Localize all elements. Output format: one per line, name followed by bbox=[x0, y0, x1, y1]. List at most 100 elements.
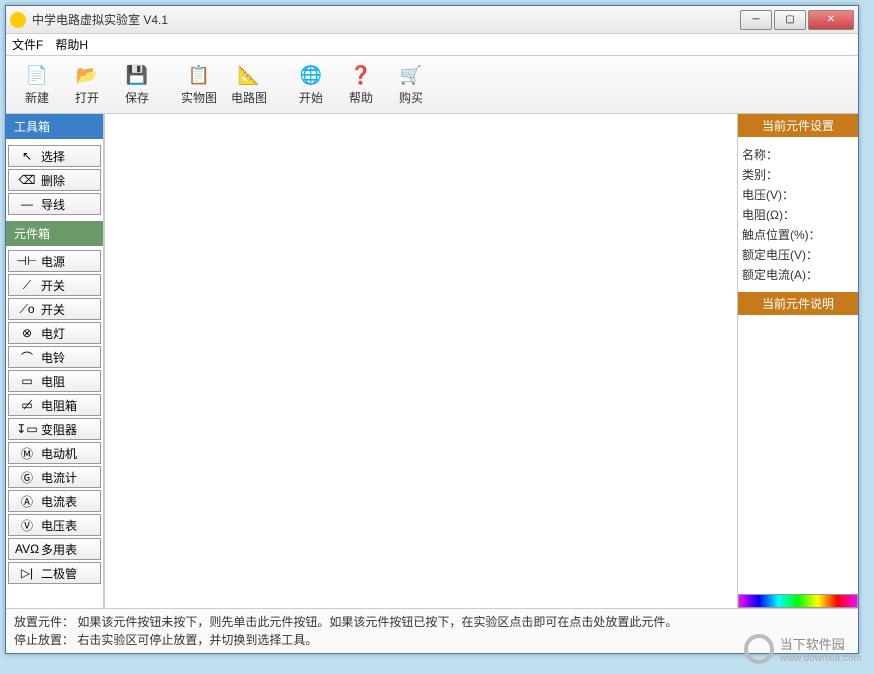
switch-2-item[interactable]: ⟋о开关 bbox=[8, 298, 101, 320]
app-icon bbox=[10, 12, 26, 28]
open-icon: 📂 bbox=[75, 63, 99, 87]
help-icon: ❓ bbox=[349, 63, 373, 87]
switch-1-label: 开关 bbox=[41, 277, 96, 294]
save-label: 保存 bbox=[125, 89, 149, 106]
status-line-2: 停止放置： 右击实验区可停止放置，并切换到选择工具。 bbox=[14, 631, 850, 649]
open-button[interactable]: 📂 打开 bbox=[64, 60, 110, 109]
switch-2-icon: ⟋о bbox=[13, 302, 41, 317]
switch-2-label: 开关 bbox=[41, 301, 96, 318]
right-panel: 当前元件设置 名称：类别：电压(V)：电阻(Ω)：触点位置(%)：额定电压(V)… bbox=[738, 114, 858, 608]
properties-header: 当前元件设置 bbox=[738, 114, 858, 137]
toolbar: 📄 新建 📂 打开 💾 保存 📋实物图📐电路图 🌐 开始 ❓ 帮助 🛒 购买 bbox=[6, 56, 858, 114]
property-row-1: 类别： bbox=[742, 166, 854, 183]
bell-item[interactable]: ⌒电铃 bbox=[8, 346, 101, 368]
delete-tool-icon: ⌫ bbox=[13, 173, 41, 187]
galvanometer-item[interactable]: Ⓖ电流计 bbox=[8, 466, 101, 488]
resistor-icon: ▭ bbox=[13, 374, 41, 388]
menu-file[interactable]: 文件F bbox=[12, 36, 43, 53]
power-item[interactable]: ⊣⊢电源 bbox=[8, 250, 101, 272]
help-label: 帮助 bbox=[349, 89, 373, 106]
rheostat-icon: ↧▭ bbox=[13, 422, 41, 436]
galvanometer-icon: Ⓖ bbox=[13, 469, 41, 486]
save-button[interactable]: 💾 保存 bbox=[114, 60, 160, 109]
lamp-icon: ⊗ bbox=[13, 326, 41, 340]
motor-icon: Ⓜ bbox=[13, 445, 41, 462]
wire-tool-icon: — bbox=[13, 197, 41, 211]
lamp-label: 电灯 bbox=[41, 325, 96, 342]
property-row-0: 名称： bbox=[742, 146, 854, 163]
wire-tool-label: 导线 bbox=[41, 196, 96, 213]
watermark: 当下软件园 www.downxia.com bbox=[744, 634, 862, 664]
delete-tool-item[interactable]: ⌫删除 bbox=[8, 169, 101, 191]
power-label: 电源 bbox=[41, 253, 96, 270]
rheostat-label: 变阻器 bbox=[41, 421, 96, 438]
diode-item[interactable]: ▷|二极管 bbox=[8, 562, 101, 584]
select-tool-item[interactable]: ↖选择 bbox=[8, 145, 101, 167]
switch-1-item[interactable]: ⟋开关 bbox=[8, 274, 101, 296]
rheostat-item[interactable]: ↧▭变阻器 bbox=[8, 418, 101, 440]
resistor-item[interactable]: ▭电阻 bbox=[8, 370, 101, 392]
buy-button[interactable]: 🛒 购买 bbox=[388, 60, 434, 109]
menubar: 文件F 帮助H bbox=[6, 34, 858, 56]
color-picker-bar[interactable] bbox=[738, 594, 858, 608]
buy-icon: 🛒 bbox=[399, 63, 423, 87]
component-list: ⊣⊢电源⟋开关⟋о开关⊗电灯⌒电铃▭电阻▭̸电阻箱↧▭变阻器Ⓜ电动机Ⓖ电流计Ⓐ电… bbox=[6, 246, 103, 608]
properties-body: 名称：类别：电压(V)：电阻(Ω)：触点位置(%)：额定电压(V)：额定电流(A… bbox=[738, 137, 858, 292]
new-label: 新建 bbox=[25, 89, 49, 106]
circuit-view-button[interactable]: 📐电路图 bbox=[226, 60, 272, 109]
minimize-button[interactable]: ─ bbox=[740, 10, 772, 30]
app-window: 中学电路虚拟实验室 V4.1 ─ ▢ ✕ 文件F 帮助H 📄 新建 📂 打开 💾 保存 📋实… bbox=[5, 5, 859, 654]
motor-label: 电动机 bbox=[41, 445, 96, 462]
ammeter-label: 电流表 bbox=[41, 493, 96, 510]
switch-1-icon: ⟋ bbox=[13, 278, 41, 293]
multimeter-label: 多用表 bbox=[41, 541, 96, 558]
voltmeter-item[interactable]: Ⓥ电压表 bbox=[8, 514, 101, 536]
circuit-view-icon: 📐 bbox=[237, 63, 261, 87]
buy-label: 购买 bbox=[399, 89, 423, 106]
diode-icon: ▷| bbox=[13, 566, 41, 580]
resistor-box-label: 电阻箱 bbox=[41, 397, 96, 414]
window-title: 中学电路虚拟实验室 V4.1 bbox=[32, 11, 740, 28]
new-icon: 📄 bbox=[25, 63, 49, 87]
physical-view-button[interactable]: 📋实物图 bbox=[176, 60, 222, 109]
maximize-button[interactable]: ▢ bbox=[774, 10, 806, 30]
description-body bbox=[738, 315, 858, 594]
new-button[interactable]: 📄 新建 bbox=[14, 60, 60, 109]
status-line-1: 放置元件： 如果该元件按钮未按下，则先单击此元件按钮。如果该元件按钮已按下，在实… bbox=[14, 613, 850, 631]
menu-help[interactable]: 帮助H bbox=[55, 36, 88, 53]
watermark-logo-icon bbox=[744, 634, 774, 664]
left-panel: 工具箱 ↖选择⌫删除—导线 元件箱 ⊣⊢电源⟋开关⟋о开关⊗电灯⌒电铃▭电阻▭̸… bbox=[6, 114, 104, 608]
voltmeter-icon: Ⓥ bbox=[13, 517, 41, 534]
open-label: 打开 bbox=[75, 89, 99, 106]
property-row-4: 触点位置(%)： bbox=[742, 226, 854, 243]
select-tool-icon: ↖ bbox=[13, 149, 41, 163]
statusbar: 放置元件： 如果该元件按钮未按下，则先单击此元件按钮。如果该元件按钮已按下，在实… bbox=[6, 608, 858, 653]
multimeter-item[interactable]: AVΩ多用表 bbox=[8, 538, 101, 560]
bell-label: 电铃 bbox=[41, 349, 96, 366]
voltmeter-label: 电压表 bbox=[41, 517, 96, 534]
main-body: 工具箱 ↖选择⌫删除—导线 元件箱 ⊣⊢电源⟋开关⟋о开关⊗电灯⌒电铃▭电阻▭̸… bbox=[6, 114, 858, 608]
ammeter-item[interactable]: Ⓐ电流表 bbox=[8, 490, 101, 512]
select-tool-label: 选择 bbox=[41, 148, 96, 165]
start-icon: 🌐 bbox=[299, 63, 323, 87]
diode-label: 二极管 bbox=[41, 565, 96, 582]
multimeter-icon: AVΩ bbox=[13, 542, 41, 556]
motor-item[interactable]: Ⓜ电动机 bbox=[8, 442, 101, 464]
toolbox-header: 工具箱 bbox=[6, 114, 103, 139]
help-button[interactable]: ❓ 帮助 bbox=[338, 60, 384, 109]
property-row-6: 额定电流(A)： bbox=[742, 266, 854, 283]
property-row-3: 电阻(Ω)： bbox=[742, 206, 854, 223]
delete-tool-label: 删除 bbox=[41, 172, 96, 189]
wire-tool-item[interactable]: —导线 bbox=[8, 193, 101, 215]
canvas-area[interactable] bbox=[104, 114, 738, 608]
save-icon: 💾 bbox=[125, 63, 149, 87]
watermark-text: 当下软件园 bbox=[780, 634, 862, 653]
resistor-box-item[interactable]: ▭̸电阻箱 bbox=[8, 394, 101, 416]
start-button[interactable]: 🌐 开始 bbox=[288, 60, 334, 109]
physical-view-icon: 📋 bbox=[187, 63, 211, 87]
power-icon: ⊣⊢ bbox=[13, 254, 41, 268]
property-row-2: 电压(V)： bbox=[742, 186, 854, 203]
start-label: 开始 bbox=[299, 89, 323, 106]
lamp-item[interactable]: ⊗电灯 bbox=[8, 322, 101, 344]
close-button[interactable]: ✕ bbox=[808, 10, 854, 30]
